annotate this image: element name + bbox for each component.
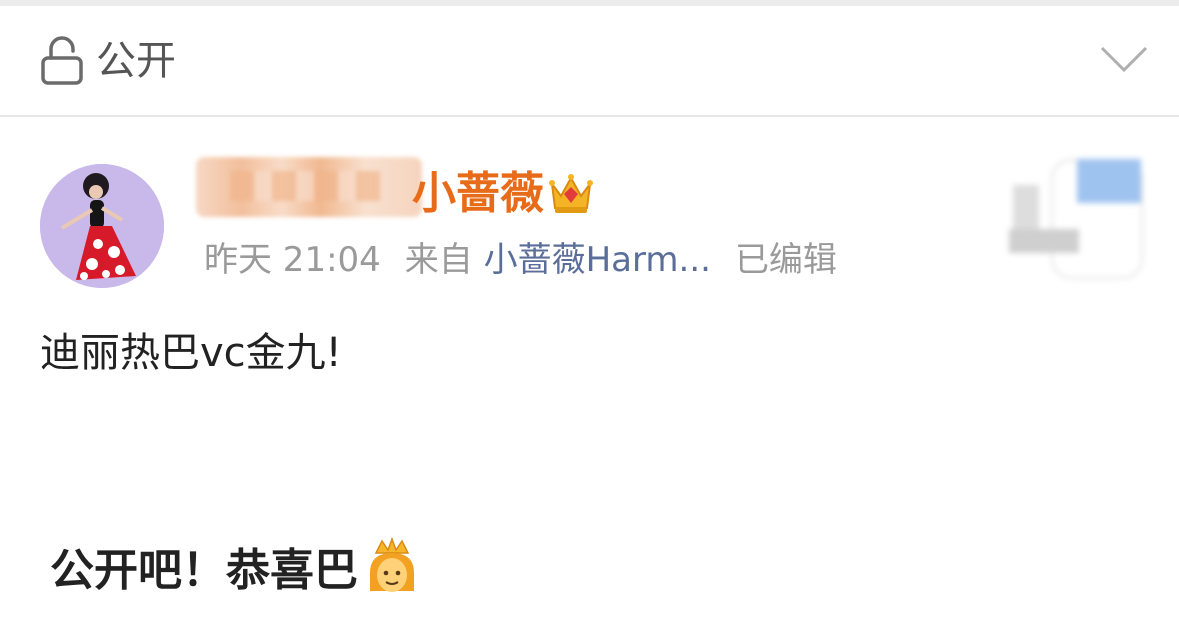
- source-prefix: 来自: [404, 240, 473, 280]
- follow-button-redacted[interactable]: [995, 149, 1155, 289]
- post-text-line2: 公开吧！恭喜巴: [50, 545, 358, 596]
- princess-icon: [370, 537, 414, 592]
- chevron-down-icon[interactable]: [1098, 42, 1150, 76]
- visibility-selector[interactable]: 公开: [0, 6, 1179, 117]
- weibo-post-screen: 公开 小蔷薇 昨天 21:04 来自 小蔷薇Harm... 已编辑 迪丽热巴vc…: [0, 0, 1179, 618]
- edited-label[interactable]: 已编辑: [735, 240, 837, 280]
- username-redacted: [196, 157, 422, 217]
- post-card: 小蔷薇 昨天 21:04 来自 小蔷薇Harm... 已编辑 迪丽热巴vc金九! 公…: [0, 119, 1179, 618]
- visibility-label: 公开: [96, 38, 176, 84]
- username[interactable]: 小蔷薇: [412, 164, 544, 224]
- post-text-line1: 迪丽热巴vc金九!: [40, 330, 342, 376]
- crown-icon: [549, 174, 593, 213]
- post-time: 昨天 21:04: [204, 240, 381, 280]
- avatar[interactable]: [40, 164, 164, 288]
- source-link[interactable]: 小蔷薇Harm...: [484, 240, 711, 280]
- avatar-figure-icon: [40, 164, 164, 288]
- lock-icon: [41, 36, 83, 85]
- post-meta: 昨天 21:04 来自 小蔷薇Harm... 已编辑: [204, 236, 837, 284]
- post-text-line2-row: 公开吧！恭喜巴: [50, 537, 420, 602]
